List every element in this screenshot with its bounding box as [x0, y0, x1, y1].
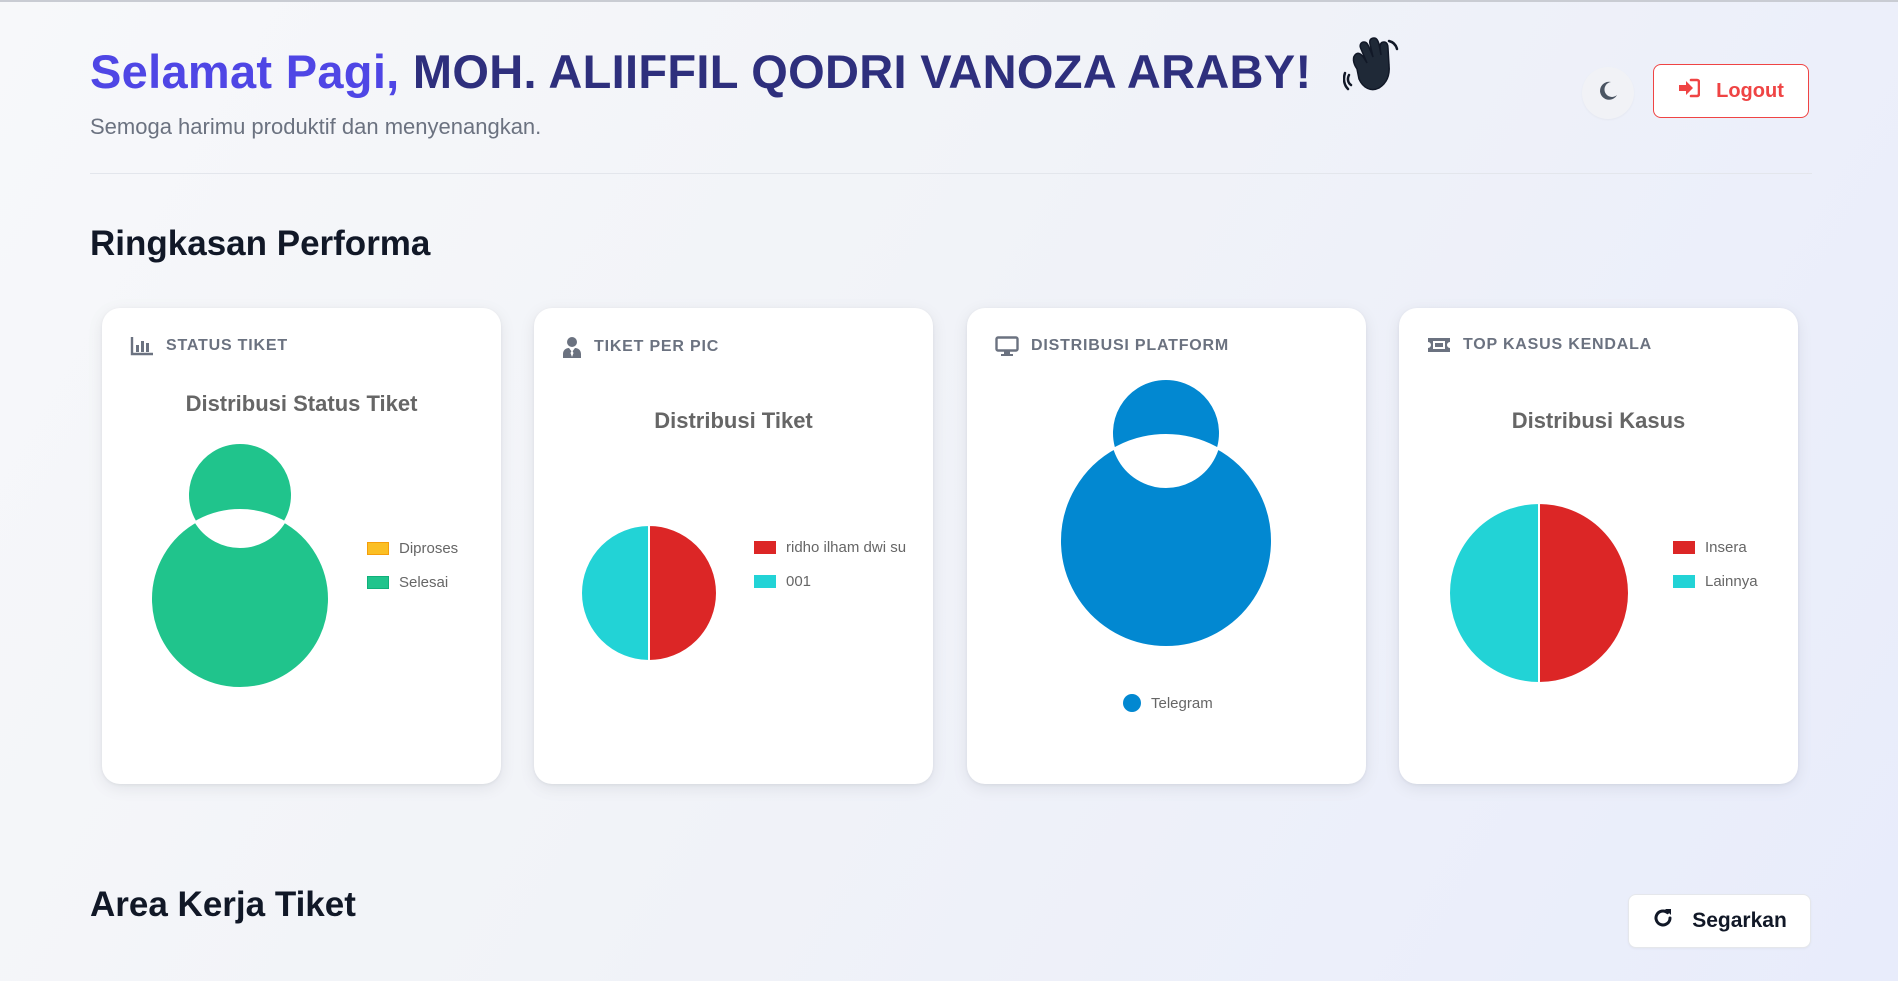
legend-swatch	[1673, 575, 1695, 588]
logout-button[interactable]: Logout	[1653, 64, 1809, 118]
top-border	[0, 0, 1898, 2]
legend-item[interactable]: Telegram	[1123, 694, 1213, 712]
legend-label: Lainnya	[1705, 573, 1758, 590]
legend-label: Diproses	[399, 540, 459, 557]
moon-icon	[1596, 79, 1620, 108]
legend-swatch	[367, 576, 389, 589]
waving-hand-icon	[1342, 35, 1401, 107]
refresh-label: Segarkan	[1692, 909, 1787, 932]
legend-item[interactable]: Selesai	[367, 574, 448, 591]
page-header: Selamat Pagi, MOH. ALIIFFIL QODRI VANOZA…	[90, 36, 1812, 174]
legend-label: Insera	[1705, 539, 1747, 556]
legend-label: Telegram	[1151, 694, 1213, 712]
ticket-per-pic-card: TIKET PER PIC Distribusi Tiket ridho ilh…	[534, 308, 933, 784]
workspace-section-title: Area Kerja Tiket	[90, 885, 356, 924]
chart-slice[interactable]	[1448, 501, 1540, 685]
legend-swatch	[754, 575, 776, 588]
legend-item[interactable]: Lainnya	[1673, 573, 1758, 590]
logout-icon	[1678, 78, 1701, 104]
legend-item[interactable]: 001	[754, 573, 811, 590]
chart-slice[interactable]	[580, 523, 650, 663]
greeting-subtitle: Semoga harimu produktif dan menyenangkan…	[90, 114, 542, 139]
legend-swatch	[1673, 541, 1695, 554]
legend-item[interactable]: Diproses	[367, 540, 458, 557]
legend-label: ridho ilham dwi su	[786, 539, 907, 556]
greeting-heading: Selamat Pagi, MOH. ALIIFFIL QODRI VANOZA…	[90, 36, 1401, 107]
platform-distribution-card: DISTRIBUSI PLATFORM Telegram	[967, 308, 1366, 784]
theme-toggle-button[interactable]	[1582, 67, 1634, 119]
chart-slice[interactable]	[1538, 501, 1630, 685]
legend-item[interactable]: ridho ilham dwi su	[754, 539, 906, 556]
refresh-button[interactable]: Segarkan	[1628, 894, 1811, 948]
legend-label: 001	[786, 573, 812, 590]
legend-swatch	[1123, 694, 1141, 712]
chart-slice[interactable]	[149, 442, 330, 689]
legend-label: Selesai	[399, 574, 449, 591]
legend-item[interactable]: Insera	[1673, 539, 1747, 556]
legend-swatch	[367, 542, 389, 555]
refresh-icon	[1652, 907, 1674, 935]
greeting-prefix: Selamat Pagi,	[90, 45, 400, 98]
legend-swatch	[754, 541, 776, 554]
status-ticket-card: STATUS TIKET Distribusi Status Tiket Dip…	[102, 308, 501, 784]
logout-label: Logout	[1716, 79, 1784, 102]
user-name: MOH. ALIIFFIL QODRI VANOZA ARABY!	[412, 45, 1312, 98]
chart-slice[interactable]	[648, 523, 718, 663]
chart-slice[interactable]	[1059, 378, 1273, 648]
top-case-card: TOP KASUS KENDALA Distribusi Kasus Inser…	[1399, 308, 1798, 784]
summary-section-title: Ringkasan Performa	[90, 224, 431, 263]
header-divider	[90, 173, 1812, 174]
platform-doughnut-chart	[1059, 378, 1273, 648]
